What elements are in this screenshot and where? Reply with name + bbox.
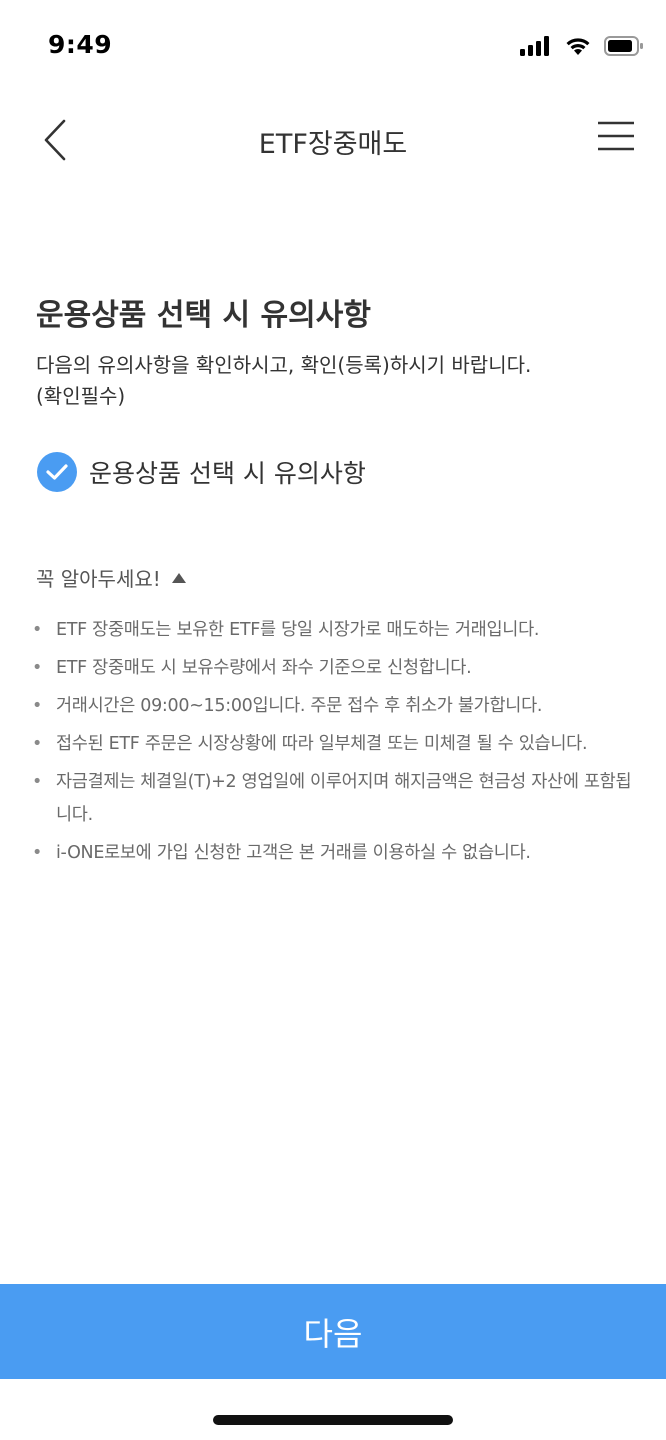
home-indicator: [213, 1415, 453, 1425]
list-item: i-ONE로보에 가입 신청한 고객은 본 거래를 이용하실 수 없습니다.: [30, 837, 640, 870]
triangle-up-icon: [171, 572, 186, 583]
menu-button[interactable]: [596, 118, 640, 162]
status-time: 9:49: [48, 30, 113, 59]
notice-toggle[interactable]: 꼭 알아두세요!: [36, 563, 187, 592]
list-item: ETF 장중매도 시 보유수량에서 좌수 기준으로 신청합니다.: [30, 652, 640, 685]
wifi-icon: [566, 38, 590, 55]
list-item: 거래시간은 09:00~15:00입니다. 주문 접수 후 취소가 불가합니다.: [30, 690, 640, 723]
signal-icon: [520, 36, 549, 56]
nav-bar: ETF장중매도: [0, 96, 666, 184]
notice-toggle-label: 꼭 알아두세요!: [36, 567, 161, 591]
status-icons: [520, 36, 644, 56]
checkmark-icon: [46, 464, 68, 480]
section-title: 운용상품 선택 시 유의사항: [36, 298, 371, 333]
next-button[interactable]: 다음: [0, 1284, 666, 1379]
list-item: ETF 장중매도는 보유한 ETF를 당일 시장가로 매도하는 거래입니다.: [30, 614, 640, 647]
battery-icon: [604, 36, 643, 56]
checkbox-label: 운용상품 선택 시 유의사항: [89, 459, 366, 488]
hamburger-menu-icon: [598, 121, 634, 151]
page-title: ETF장중매도: [258, 129, 408, 160]
section-description: 다음의 유의사항을 확인하시고, 확인(등록)하시기 바랍니다.(확인필수): [36, 353, 532, 408]
status-bar: 9:49: [0, 0, 666, 96]
agree-checkbox[interactable]: 운용상품 선택 시 유의사항: [37, 452, 366, 492]
list-item: 접수된 ETF 주문은 시장상황에 따라 일부체결 또는 미체결 될 수 있습니…: [30, 728, 640, 761]
checkbox-checked-icon: [37, 452, 77, 492]
notice-list: ETF 장중매도는 보유한 ETF를 당일 시장가로 매도하는 거래입니다. E…: [30, 614, 640, 875]
list-item: 자금결제는 체결일(T)+2 영업일에 이루어지며 해지금액은 현금성 자산에 …: [30, 766, 640, 832]
